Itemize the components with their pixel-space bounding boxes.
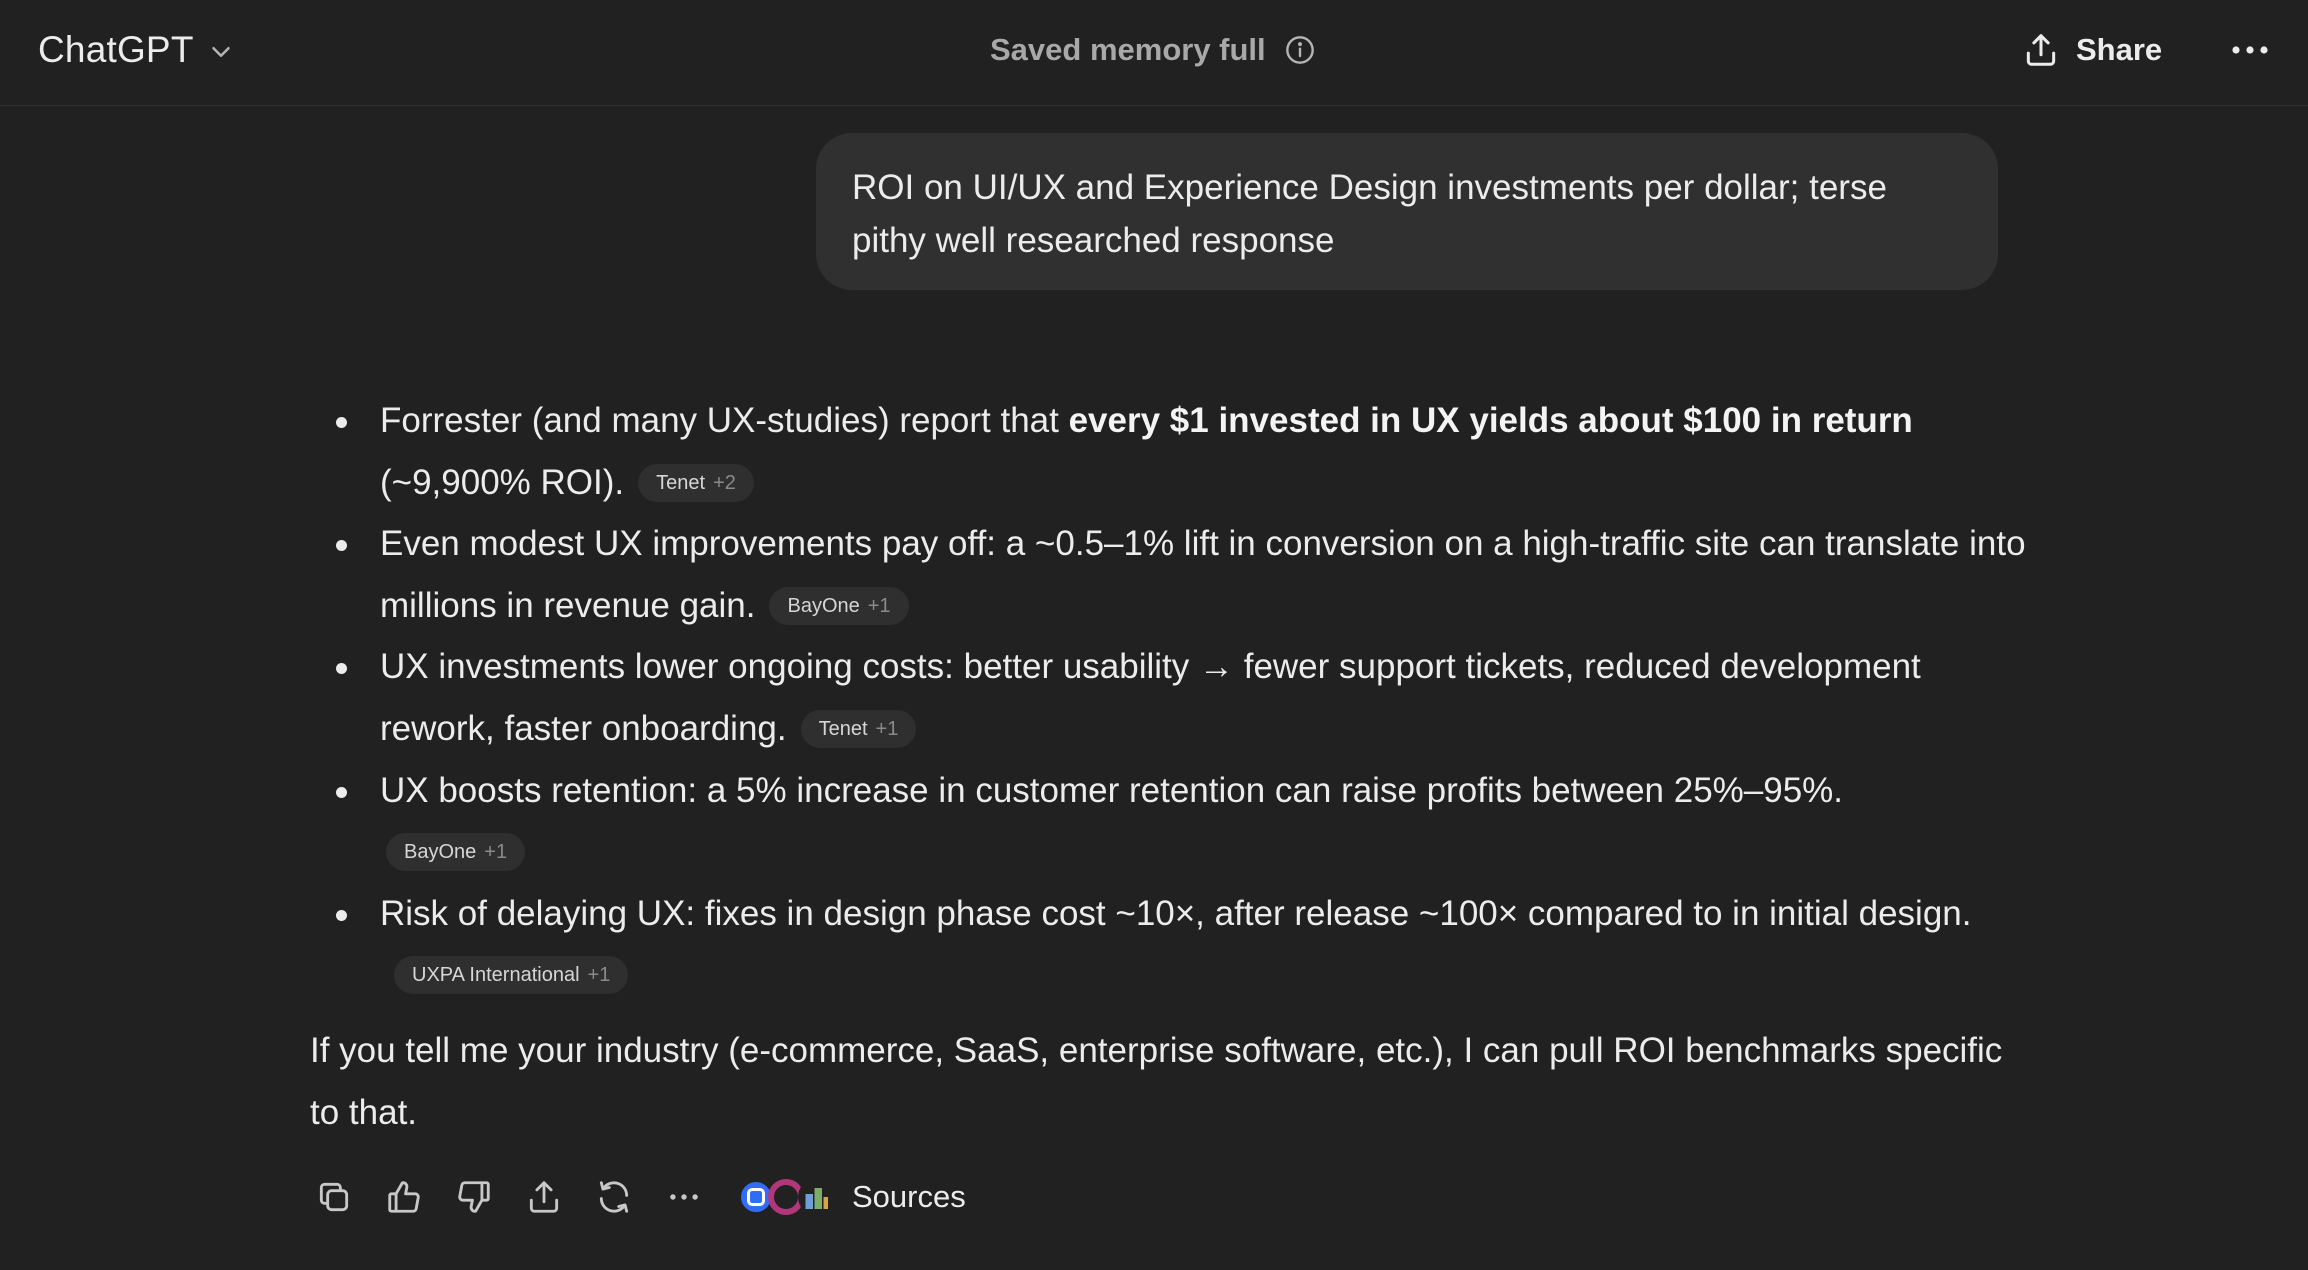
share-label: Share (2076, 32, 2163, 67)
model-name: ChatGPT (38, 29, 194, 70)
info-icon[interactable] (1284, 34, 1316, 66)
assistant-message: Forrester (and many UX-studies) report t… (310, 390, 2030, 1143)
user-message-bubble: ROI on UI/UX and Experience Design inves… (816, 133, 1998, 290)
message-action-bar: Sources (308, 1172, 966, 1222)
thumbs-up-icon (388, 1181, 420, 1213)
bullet-text: Forrester (and many UX-studies) report t… (380, 401, 1069, 440)
citation-source: UXPA International (412, 964, 580, 987)
user-message-text: ROI on UI/UX and Experience Design inves… (852, 168, 1887, 260)
copy-icon (319, 1182, 349, 1212)
citation-source: Tenet (818, 717, 868, 740)
model-switcher-button[interactable]: ChatGPT (38, 24, 236, 76)
bullet-bold-text: every $1 invested in UX yields about $10… (1068, 401, 1913, 440)
share-message-button[interactable] (518, 1172, 570, 1222)
bullet-text: (~9,900% ROI). (380, 462, 625, 502)
more-actions-button[interactable] (658, 1172, 710, 1222)
memory-status: Saved memory full (990, 26, 1316, 74)
citation-source: BayOne (404, 841, 477, 864)
followup-paragraph: If you tell me your industry (e-commerce… (310, 1030, 2003, 1132)
good-response-button[interactable] (378, 1172, 430, 1222)
more-horizontal-icon (2232, 46, 2268, 54)
bad-response-button[interactable] (448, 1172, 500, 1222)
chevron-down-icon (211, 47, 230, 57)
bullet-text: Even modest UX improvements pay off: a ~… (380, 524, 2026, 625)
citation-source: Tenet (656, 471, 706, 494)
upload-share-icon (2026, 34, 2056, 66)
top-bar: ChatGPT Saved memory full Share (0, 0, 2308, 106)
list-item: UX boosts retention: a 5% increase in cu… (310, 760, 2030, 883)
citation-count: +2 (713, 471, 736, 494)
citation-count: +1 (875, 717, 899, 740)
citation-chip[interactable]: UXPA International +1 (394, 956, 629, 995)
list-item: Risk of delaying UX: fixes in design pha… (310, 883, 2030, 1006)
more-icon (670, 1194, 698, 1200)
citation-chip[interactable]: BayOne +1 (769, 586, 909, 625)
bullet-text: UX boosts retention: a 5% increase in cu… (380, 770, 1844, 810)
citation-source: BayOne (787, 594, 860, 617)
response-bullet-list: Forrester (and many UX-studies) report t… (310, 390, 2030, 1006)
bullet-text: UX investments lower ongoing costs: bett… (380, 647, 1921, 748)
list-item: UX investments lower ongoing costs: bett… (310, 636, 2030, 759)
source-favicon-3 (798, 1179, 834, 1215)
regenerate-button[interactable] (588, 1172, 640, 1222)
list-item: Even modest UX improvements pay off: a ~… (310, 513, 2030, 636)
citation-count: +1 (484, 841, 508, 864)
citation-chip[interactable]: BayOne +1 (386, 833, 526, 872)
citation-count: +1 (587, 964, 611, 987)
copy-button[interactable] (308, 1172, 360, 1222)
bullet-text: Risk of delaying UX: fixes in design pha… (380, 893, 1972, 933)
sources-label: Sources (852, 1179, 966, 1214)
share-icon (529, 1181, 559, 1213)
citation-chip[interactable]: Tenet +1 (800, 709, 917, 748)
citation-count: +1 (867, 594, 891, 617)
regenerate-icon (599, 1181, 629, 1213)
sources-button[interactable]: Sources (738, 1179, 966, 1215)
source-favicons (738, 1179, 834, 1215)
citation-chip[interactable]: Tenet +2 (638, 463, 754, 502)
list-item: Forrester (and many UX-studies) report t… (310, 390, 2030, 513)
thumbs-down-icon (458, 1181, 490, 1213)
share-button[interactable]: Share (2022, 22, 2162, 78)
more-options-button[interactable] (2228, 28, 2272, 72)
memory-status-text: Saved memory full (990, 32, 1266, 67)
